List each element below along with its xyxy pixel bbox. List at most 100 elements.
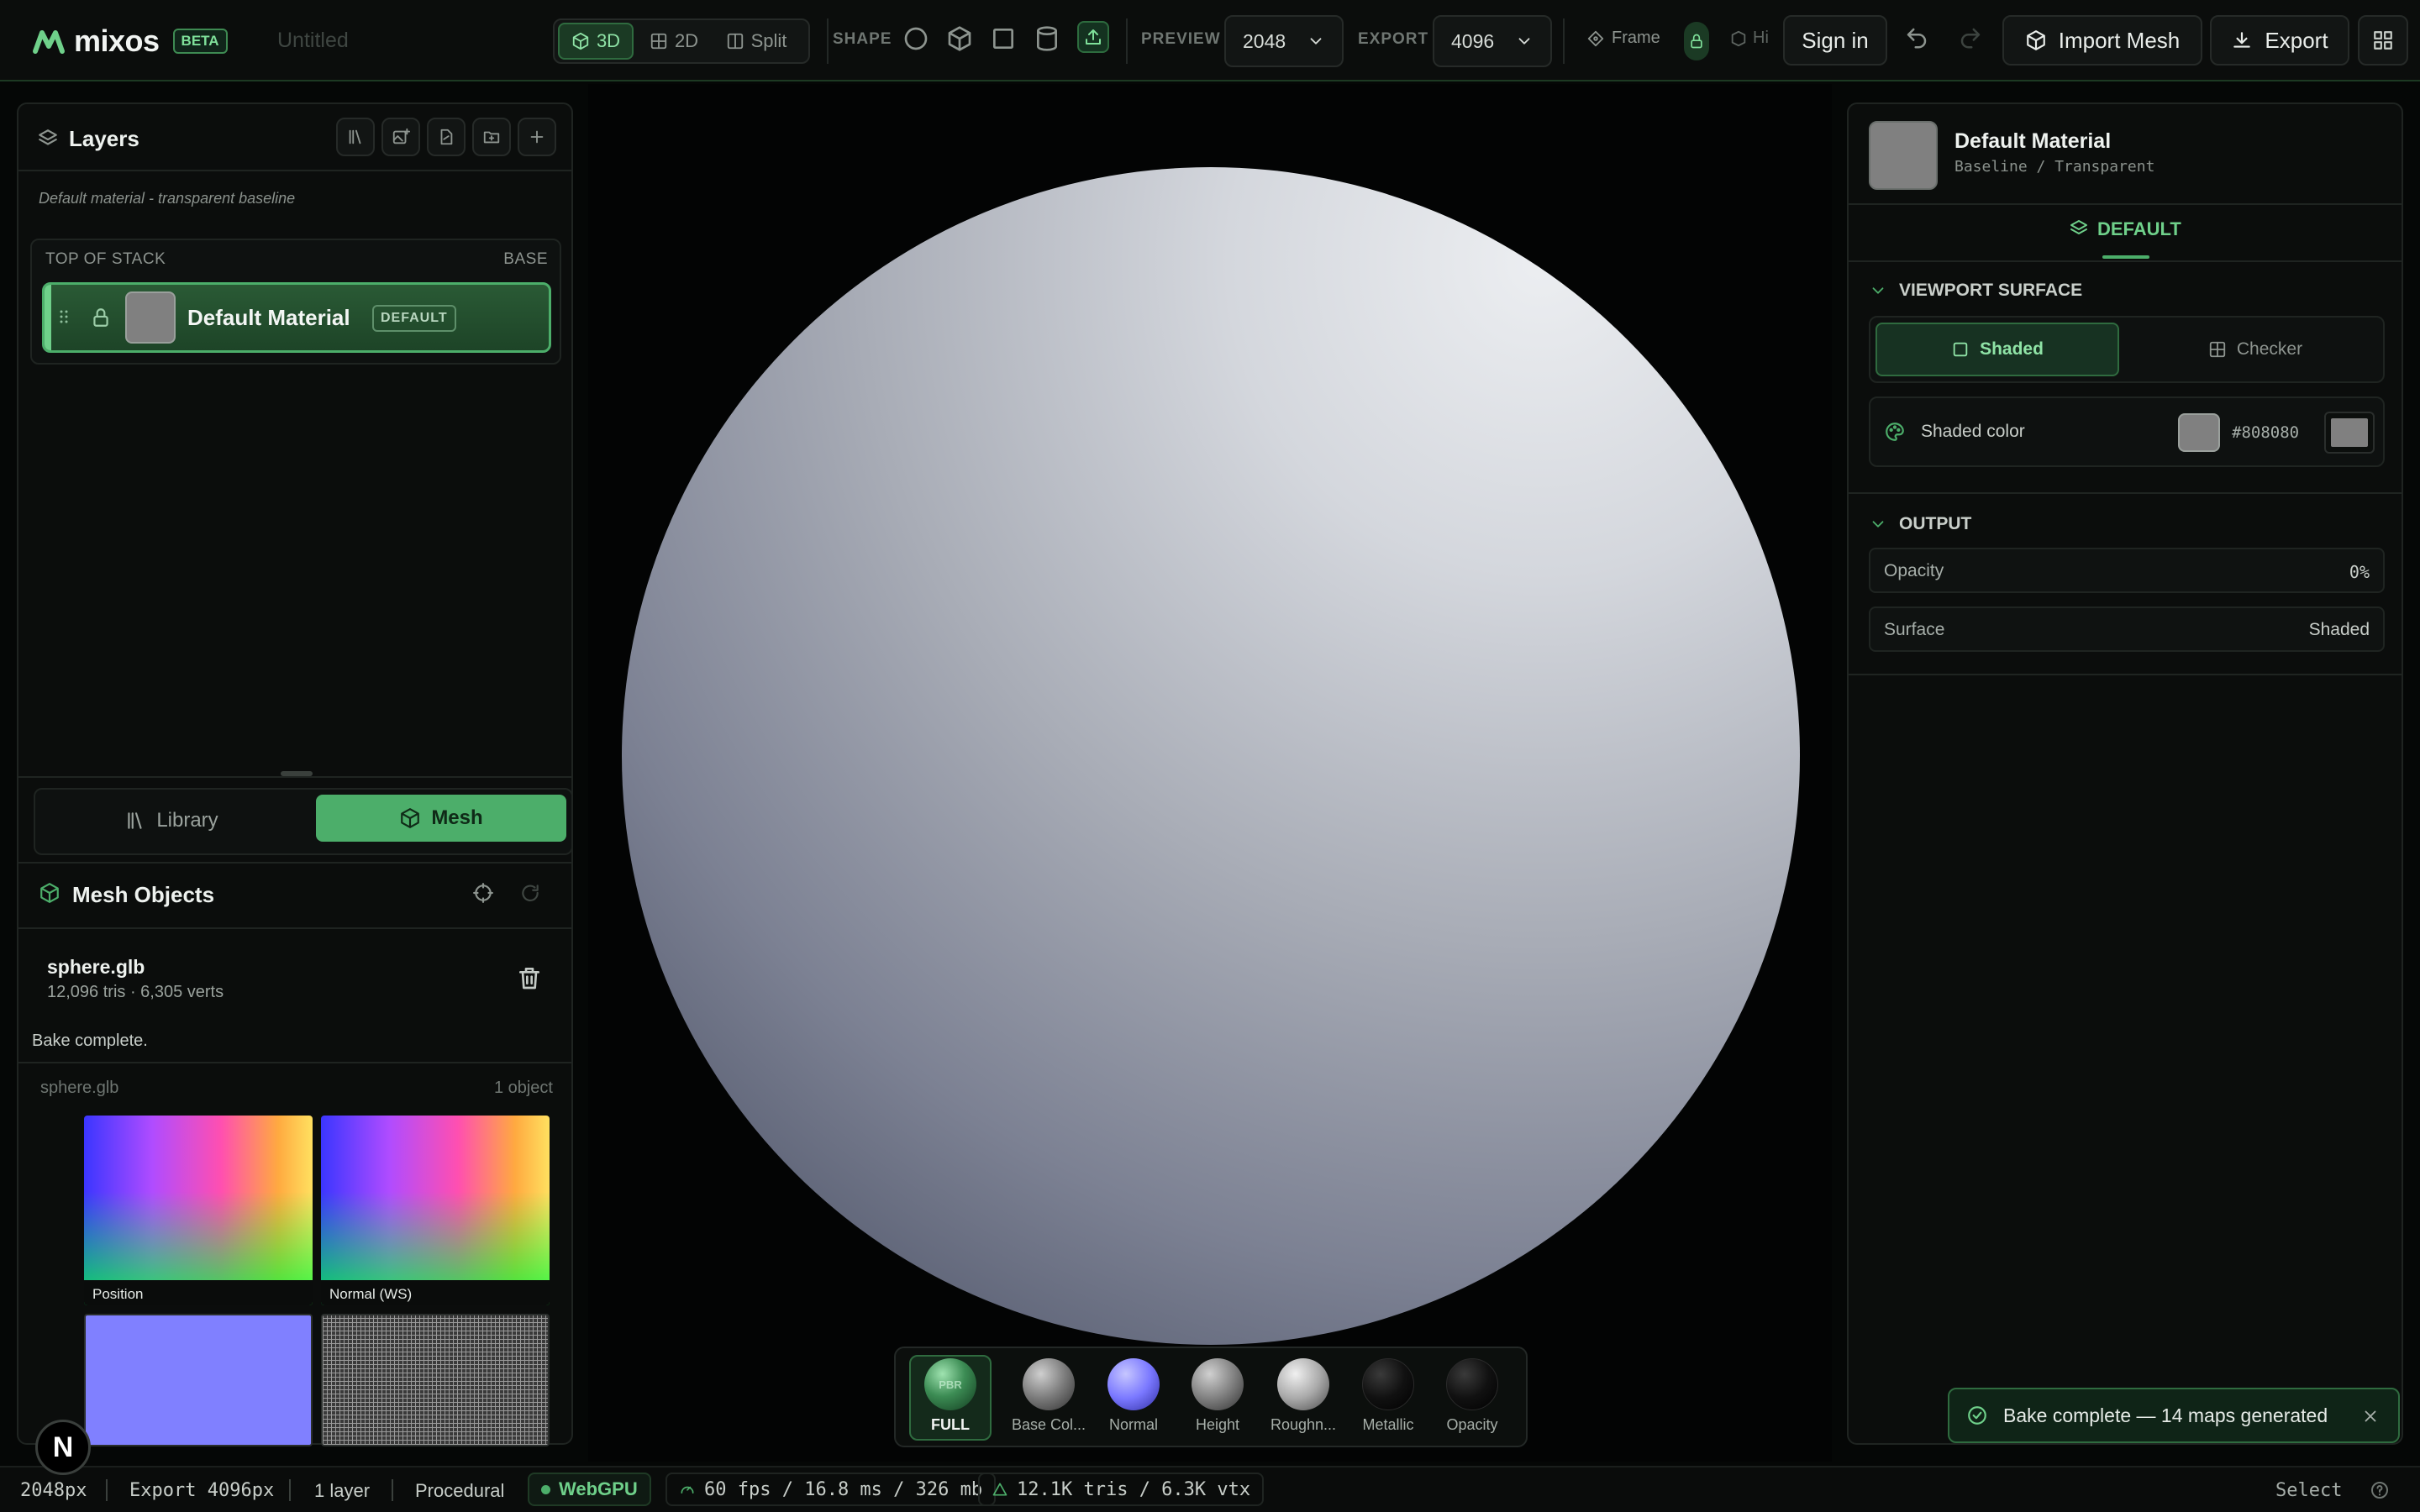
sphere-icon[interactable] xyxy=(902,25,929,52)
frame-button[interactable]: Frame xyxy=(1586,29,1660,48)
mesh-file-name: sphere.glb xyxy=(47,956,145,978)
toast-message: Bake complete — 14 maps generated xyxy=(2003,1404,2328,1426)
shaded-color-row: Shaded color #808080 xyxy=(1869,396,2385,467)
mesh-grid-map-tile[interactable] xyxy=(321,1314,550,1446)
export-resolution-select[interactable]: 4096 xyxy=(1433,15,1552,67)
add-image-layer-button[interactable] xyxy=(381,118,420,156)
palette-icon xyxy=(1886,423,1904,441)
refresh-icon[interactable] xyxy=(519,882,541,904)
upload-mesh-icon xyxy=(1086,29,1101,45)
surface-mode-switch: Shaded Checker xyxy=(1869,316,2385,383)
drag-handle-icon[interactable] xyxy=(60,307,68,326)
shaded-color-hex[interactable]: #808080 xyxy=(2232,423,2299,442)
material-name: Default Material xyxy=(1954,129,2112,153)
file-icon xyxy=(440,129,453,145)
folder-plus-icon xyxy=(483,131,500,144)
mesh-objects-title: Mesh Objects xyxy=(72,882,215,907)
cylinder-icon[interactable] xyxy=(1034,25,1060,52)
upload-mesh-button[interactable] xyxy=(1077,21,1109,53)
normal-map-tile[interactable]: Normal (WS) xyxy=(321,1116,550,1305)
plane-icon[interactable] xyxy=(990,25,1017,52)
add-layer-button[interactable] xyxy=(518,118,556,156)
cube-icon xyxy=(401,808,420,828)
trash-icon[interactable] xyxy=(516,964,543,991)
status-preview: 2048px xyxy=(20,1480,87,1501)
preview-label: PREVIEW xyxy=(1141,30,1221,48)
top-toolbar: mixos BETA Untitled 3D 2D Split SHAPE PR… xyxy=(0,0,2420,81)
export-label: EXPORT xyxy=(1358,30,1429,48)
cube-icon[interactable] xyxy=(946,25,973,52)
download-icon xyxy=(2233,32,2251,48)
hi-quality-button[interactable]: Hi xyxy=(1729,29,1769,48)
channel-full-ball[interactable]: PBR xyxy=(924,1358,976,1410)
view-split-button[interactable]: Split xyxy=(714,23,798,60)
tangent-normal-map-tile[interactable] xyxy=(84,1314,313,1446)
layers-header: Layers xyxy=(18,104,571,171)
lock-toggle[interactable] xyxy=(1684,22,1709,60)
cube-icon xyxy=(40,883,59,903)
view-3d-button[interactable]: 3D xyxy=(558,23,634,60)
add-fill-layer-button[interactable] xyxy=(427,118,466,156)
status-perf: 60 fps / 16.8 ms / 326 mb xyxy=(666,1473,997,1506)
preview-sphere[interactable] xyxy=(622,167,1800,1345)
status-bar: 2048px Export 4096px 1 layer Procedural … xyxy=(0,1466,2420,1512)
add-folder-button[interactable] xyxy=(472,118,511,156)
viewport[interactable] xyxy=(588,84,1832,1462)
library-icon xyxy=(128,812,142,829)
channel-metallic-ball[interactable] xyxy=(1362,1358,1414,1410)
status-geometry: 12.1K tris / 6.3K vtx xyxy=(978,1473,1265,1506)
surface-row[interactable]: Surface Shaded xyxy=(1869,606,2385,652)
map-label: Position xyxy=(84,1280,313,1305)
export-button[interactable]: Export xyxy=(2210,15,2349,66)
document-title[interactable]: Untitled xyxy=(277,29,349,53)
layer-item[interactable]: Default Material DEFAULT xyxy=(42,282,551,353)
surface-value: Shaded xyxy=(2308,620,2370,639)
app-logo[interactable]: mixos BETA xyxy=(32,24,228,59)
preview-resolution-select[interactable]: 2048 xyxy=(1224,15,1344,67)
output-section[interactable]: OUTPUT xyxy=(1869,514,1971,534)
channel-height-ball[interactable] xyxy=(1192,1358,1244,1410)
channel-basecolor-ball[interactable] xyxy=(1023,1358,1075,1410)
plus-icon xyxy=(530,130,544,144)
sign-in-button[interactable]: Sign in xyxy=(1783,15,1887,66)
view-2d-button[interactable]: 2D xyxy=(637,23,711,60)
position-map-tile[interactable]: Position xyxy=(84,1116,313,1305)
library-icon xyxy=(349,129,361,144)
layers-subtitle: Default material - transparent baseline xyxy=(39,190,296,207)
chevron-down-icon xyxy=(1310,38,1322,45)
left-panel: Layers Default material - transparent ba… xyxy=(17,102,573,1446)
shaded-mode-button[interactable]: Shaded xyxy=(1876,323,2119,376)
color-picker-button[interactable] xyxy=(2324,412,2375,454)
viewport-surface-section[interactable]: VIEWPORT SURFACE xyxy=(1869,281,2082,301)
material-swatch[interactable] xyxy=(1869,121,1938,190)
checker-mode-button[interactable]: Checker xyxy=(2131,323,2380,376)
grid-icon xyxy=(650,33,667,50)
tab-library[interactable]: Library xyxy=(40,795,302,847)
channel-normal-ball[interactable] xyxy=(1107,1358,1160,1410)
layout-toggle-button[interactable] xyxy=(2358,15,2408,66)
chevron-down-icon xyxy=(1518,38,1530,45)
user-avatar[interactable]: N xyxy=(35,1420,91,1475)
undo-button[interactable] xyxy=(1904,25,1929,50)
shaded-color-swatch[interactable] xyxy=(2178,413,2220,452)
channel-metallic-label: Metallic xyxy=(1362,1416,1414,1433)
pbr-badge: PBR xyxy=(939,1378,962,1391)
crosshair-icon[interactable] xyxy=(472,882,494,904)
layer-library-button[interactable] xyxy=(336,118,375,156)
tab-default[interactable]: DEFAULT xyxy=(2069,218,2181,260)
tab-mesh[interactable]: Mesh xyxy=(316,795,566,842)
surface-label: Surface xyxy=(1884,620,1945,639)
shape-label: SHAPE xyxy=(833,30,892,48)
channel-height-label: Height xyxy=(1195,1416,1240,1433)
import-mesh-button[interactable]: Import Mesh xyxy=(2002,15,2202,66)
opacity-row[interactable]: Opacity 0% xyxy=(1869,548,2385,593)
channel-opacity-ball[interactable] xyxy=(1446,1358,1498,1410)
help-icon[interactable] xyxy=(2370,1480,2390,1500)
lock-icon[interactable] xyxy=(90,307,112,328)
close-icon[interactable] xyxy=(2361,1407,2380,1425)
material-path: Baseline / Transparent xyxy=(1954,158,2155,176)
redo-button[interactable] xyxy=(1958,25,1983,50)
channel-roughness-ball[interactable] xyxy=(1277,1358,1329,1410)
triangle-icon xyxy=(992,1483,1007,1496)
view-mode-switch: 3D 2D Split xyxy=(553,18,810,64)
